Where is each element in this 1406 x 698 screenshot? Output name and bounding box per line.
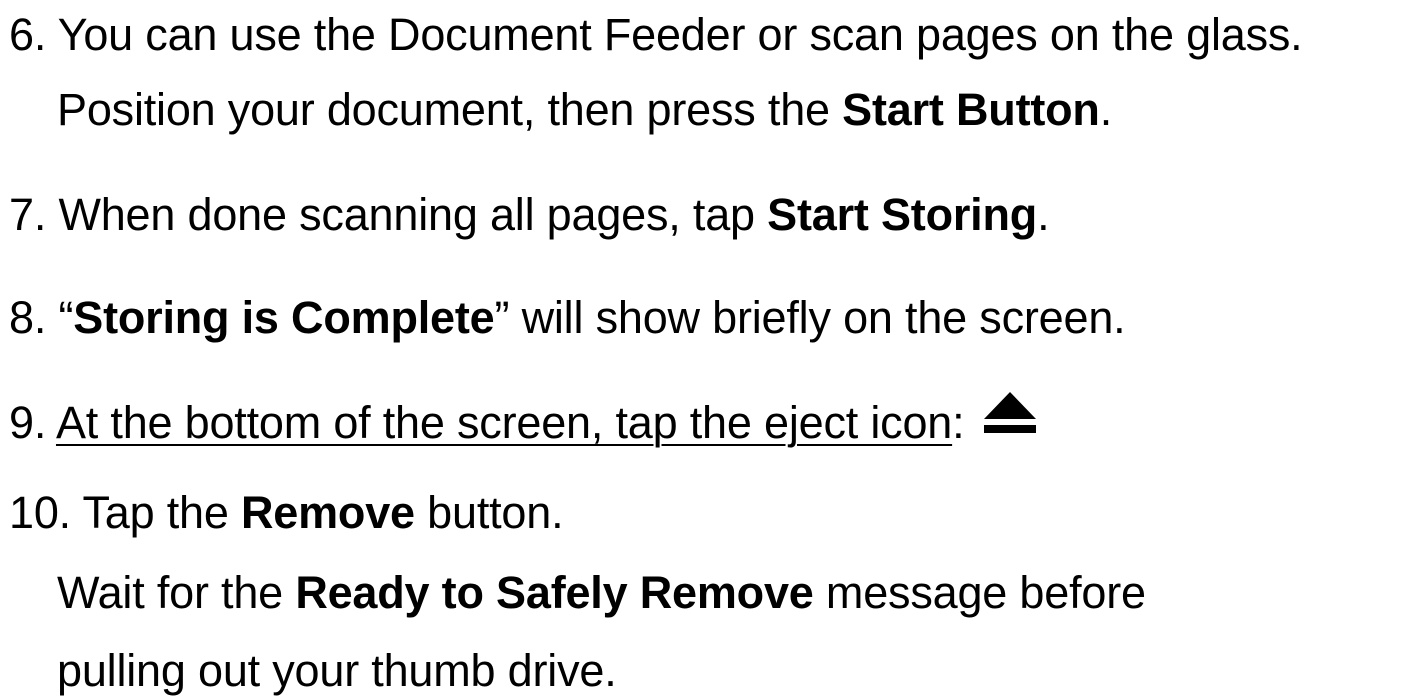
step-7-number: 7. [9, 189, 47, 240]
step-10-text: Tap the [82, 487, 241, 538]
step-8-number: 8. [9, 292, 47, 343]
step-6-text-2: Position your document, then press the [57, 84, 843, 135]
step-7-text: When done scanning all pages, tap [58, 189, 768, 240]
step-9-line: 9. At the bottom of the screen, tap the … [9, 392, 1038, 456]
step-7-period: . [1037, 189, 1050, 240]
step-8-line: 8. “Storing is Complete” will show brief… [9, 291, 1126, 345]
step-6-text: You can use the Document Feeder or scan … [57, 9, 1303, 60]
eject-icon [982, 390, 1038, 450]
remove-label: Remove [240, 487, 415, 538]
step-9-number: 9. [9, 397, 47, 448]
step-9-underlined-text: At the bottom of the screen, tap the eje… [55, 397, 953, 448]
step-10-text-2-end: message before [813, 567, 1146, 618]
step-9-colon: : [952, 397, 965, 448]
step-7-line: 7. When done scanning all pages, tap Sta… [9, 188, 1050, 242]
step-10-text-end: button. [414, 487, 564, 538]
step-10-line-3: pulling out your thumb drive. [57, 644, 617, 698]
start-storing-label: Start Storing [767, 189, 1038, 240]
step-10-line-1: 10. Tap the Remove button. [9, 486, 564, 540]
step-10-number: 10. [9, 487, 71, 538]
storing-complete-label: Storing is Complete [73, 292, 495, 343]
step-10-line-2: Wait for the Ready to Safely Remove mess… [57, 566, 1146, 620]
step-6-number: 6. [9, 9, 47, 60]
start-button-label: Start Button [842, 84, 1100, 135]
step-6-line-2: Position your document, then press the S… [57, 83, 1112, 137]
step-8-open-quote: “ [58, 292, 74, 343]
ready-to-safely-remove-label: Ready to Safely Remove [295, 567, 814, 618]
step-10-text-3: pulling out your thumb drive. [57, 645, 617, 696]
step-6-line-1: 6. You can use the Document Feeder or sc… [9, 8, 1303, 62]
step-8-text: ” will show briefly on the screen. [494, 292, 1126, 343]
step-10-text-2: Wait for the [57, 567, 296, 618]
step-6-period: . [1099, 84, 1113, 135]
